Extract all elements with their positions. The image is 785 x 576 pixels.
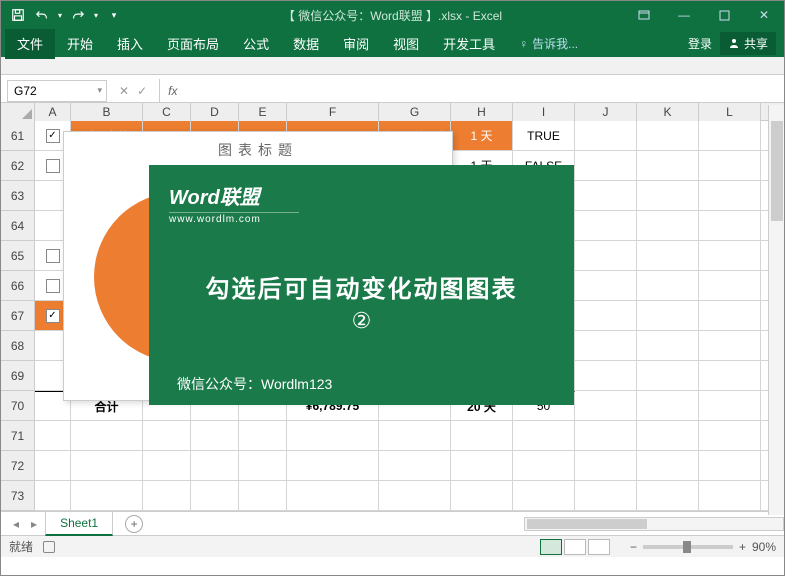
ribbon-tabs: 文件 开始 插入 页面布局 公式 数据 审阅 视图 开发工具 ♀告诉我... 登…	[1, 29, 784, 57]
row-header[interactable]: 72	[1, 451, 34, 481]
tell-me[interactable]: ♀告诉我...	[507, 29, 590, 58]
close-icon[interactable]: ✕	[744, 1, 784, 29]
col-header[interactable]: D	[191, 103, 239, 121]
ribbon-options-icon[interactable]	[624, 1, 664, 29]
ribbon-collapsed	[1, 57, 784, 75]
overlay-url: www.wordlm.com	[169, 212, 299, 225]
worksheet-grid[interactable]: ABCDEFGHIJKL 61626364656667686970717273 …	[1, 103, 784, 511]
share-button[interactable]: 共享	[720, 32, 776, 55]
tab-layout[interactable]: 页面布局	[155, 28, 231, 59]
window-controls: — ✕	[624, 1, 784, 29]
zoom-in-icon[interactable]: +	[739, 540, 746, 554]
col-header[interactable]: J	[575, 103, 637, 121]
checkbox[interactable]	[46, 279, 60, 293]
checkbox[interactable]: ✓	[46, 309, 60, 323]
tab-developer[interactable]: 开发工具	[431, 28, 507, 59]
tab-review[interactable]: 审阅	[331, 28, 381, 59]
tab-insert[interactable]: 插入	[105, 28, 155, 59]
zoom-out-icon[interactable]: −	[630, 540, 637, 554]
col-header[interactable]: K	[637, 103, 699, 121]
row-header[interactable]: 70	[1, 391, 34, 421]
col-header[interactable]: I	[513, 103, 575, 121]
tab-data[interactable]: 数据	[281, 28, 331, 59]
title-bar: ▾ ▾ ▾ 【 微信公众号：Word联盟 】.xlsx - Excel — ✕	[1, 1, 784, 29]
tab-home[interactable]: 开始	[55, 28, 105, 59]
row-header[interactable]: 71	[1, 421, 34, 451]
view-normal-icon[interactable]	[540, 539, 562, 555]
overlay-number: ②	[169, 308, 554, 334]
status-ready: 就绪	[9, 538, 33, 555]
tab-file[interactable]: 文件	[5, 28, 55, 59]
qat-customize-icon[interactable]: ▾	[103, 4, 125, 26]
column-headers: ABCDEFGHIJKL	[1, 103, 784, 121]
sheet-nav-prev-icon[interactable]: ◂	[9, 517, 23, 531]
row-header[interactable]: 68	[1, 331, 34, 361]
horizontal-scrollbar[interactable]	[524, 517, 784, 531]
sheet-nav-next-icon[interactable]: ▸	[27, 517, 41, 531]
col-header[interactable]: F	[287, 103, 379, 121]
maximize-icon[interactable]	[704, 1, 744, 29]
redo-icon[interactable]	[67, 4, 89, 26]
status-bar: 就绪 − + 90%	[1, 535, 784, 557]
view-layout-icon[interactable]	[564, 539, 586, 555]
sheet-tab-bar: ◂ ▸ Sheet1 +	[1, 511, 784, 535]
zoom-slider[interactable]	[643, 545, 733, 549]
chevron-down-icon[interactable]: ▾	[91, 4, 101, 26]
save-icon[interactable]	[7, 4, 29, 26]
col-header[interactable]: H	[451, 103, 513, 121]
row-header[interactable]: 64	[1, 211, 34, 241]
zoom-level[interactable]: 90%	[752, 540, 776, 554]
name-box[interactable]: G72	[7, 80, 107, 102]
tab-formula[interactable]: 公式	[231, 28, 281, 59]
col-header[interactable]: B	[71, 103, 143, 121]
tab-view[interactable]: 视图	[381, 28, 431, 59]
macro-record-icon[interactable]	[43, 541, 55, 553]
vertical-scrollbar[interactable]	[768, 105, 784, 515]
select-all[interactable]	[1, 103, 35, 121]
col-header[interactable]: E	[239, 103, 287, 121]
view-pagebreak-icon[interactable]	[588, 539, 610, 555]
row-header[interactable]: 69	[1, 361, 34, 391]
row-header[interactable]: 63	[1, 181, 34, 211]
new-sheet-icon[interactable]: +	[125, 515, 143, 533]
undo-icon[interactable]	[31, 4, 53, 26]
chart-title: 图表标题	[64, 132, 452, 168]
overlay-image: Word联盟 www.wordlm.com 勾选后可自动变化动图图表 ② 微信公…	[149, 165, 574, 405]
sheet-tab[interactable]: Sheet1	[45, 511, 113, 536]
row-header[interactable]: 65	[1, 241, 34, 271]
enter-icon[interactable]: ✓	[137, 84, 147, 98]
col-header[interactable]: A	[35, 103, 71, 121]
row-header[interactable]: 73	[1, 481, 34, 511]
formula-bar: G72 ✕ ✓ fx	[1, 79, 784, 103]
checkbox[interactable]	[46, 159, 60, 173]
col-header[interactable]: C	[143, 103, 191, 121]
checkbox[interactable]: ✓	[46, 129, 60, 143]
col-header[interactable]: L	[699, 103, 761, 121]
overlay-footer: 微信公众号：Wordlm123	[169, 374, 554, 394]
quick-access-toolbar: ▾ ▾ ▾	[1, 4, 125, 26]
chevron-down-icon[interactable]: ▾	[55, 4, 65, 26]
overlay-headline: 勾选后可自动变化动图图表	[169, 269, 554, 304]
overlay-logo: Word联盟	[169, 181, 554, 210]
window-title: 【 微信公众号：Word联盟 】.xlsx - Excel	[283, 7, 502, 24]
view-switcher	[540, 539, 610, 555]
zoom-control: − + 90%	[630, 540, 776, 554]
fx-icon[interactable]: fx	[159, 79, 185, 102]
checkbox[interactable]	[46, 249, 60, 263]
row-header[interactable]: 67	[1, 301, 34, 331]
row-headers: 61626364656667686970717273	[1, 121, 35, 511]
login-link[interactable]: 登录	[688, 35, 712, 52]
row-header[interactable]: 61	[1, 121, 34, 151]
row-header[interactable]: 66	[1, 271, 34, 301]
row-header[interactable]: 62	[1, 151, 34, 181]
minimize-icon[interactable]: —	[664, 1, 704, 29]
col-header[interactable]: G	[379, 103, 451, 121]
cancel-icon[interactable]: ✕	[119, 84, 129, 98]
